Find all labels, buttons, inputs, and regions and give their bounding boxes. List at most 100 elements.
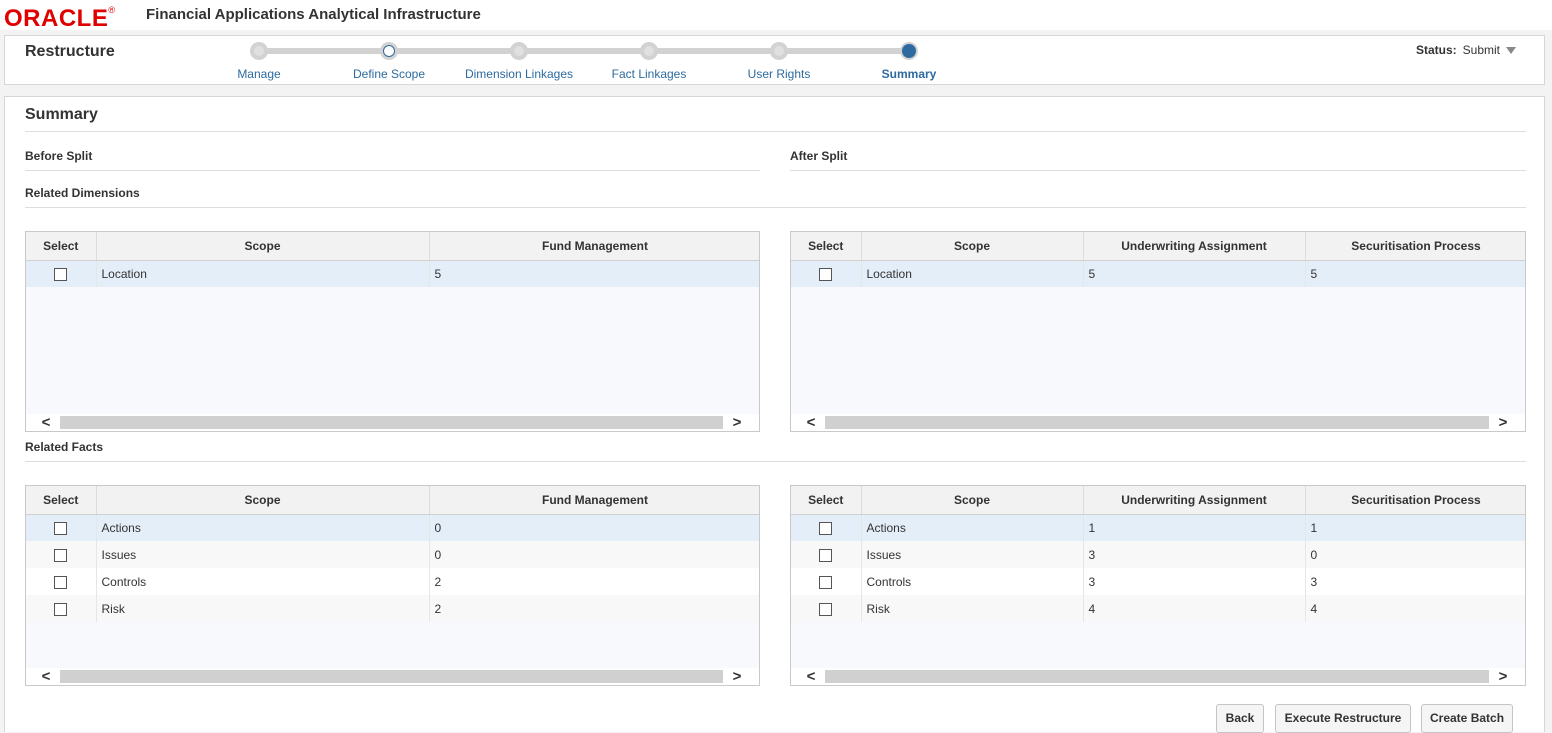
row-checkbox[interactable] [819, 602, 833, 616]
train-stop-dimension-linkages[interactable] [510, 42, 528, 60]
row-checkbox[interactable] [54, 267, 68, 281]
scrollbar-thumb[interactable] [825, 670, 1489, 683]
table-row[interactable]: Location 5 5 [791, 260, 1525, 287]
cell-scope: Location [96, 260, 430, 287]
row-checkbox[interactable] [819, 267, 833, 281]
page-title: Restructure [25, 43, 115, 60]
row-checkbox[interactable] [54, 521, 68, 535]
execute-restructure-button[interactable]: Execute Restructure [1275, 704, 1411, 733]
table-row[interactable]: Risk 4 4 [791, 595, 1525, 622]
scrollbar-thumb[interactable] [825, 416, 1489, 429]
status-label: Status: [1415, 43, 1457, 57]
status-dropdown[interactable]: Status: Submit [1416, 43, 1516, 57]
facts-after-table: Select Scope Underwriting Assignment Sec… [790, 485, 1526, 686]
scroll-right-icon[interactable]: > [1493, 414, 1513, 431]
scrollbar-thumb[interactable] [60, 670, 723, 683]
scrollbar-thumb[interactable] [60, 416, 723, 429]
row-checkbox[interactable] [819, 548, 833, 562]
train-label-dimension-linkages[interactable]: Dimension Linkages [465, 67, 573, 81]
train-label-define-scope[interactable]: Define Scope [353, 67, 425, 81]
cell-scope: Controls [861, 568, 1084, 595]
cell-underwriting-assignment: 3 [1083, 541, 1306, 568]
train-stop-user-rights[interactable] [770, 42, 788, 60]
cell-securitisation-process: 5 [1305, 260, 1525, 287]
divider [790, 170, 1526, 171]
table-row[interactable]: Issues 3 0 [791, 541, 1525, 568]
app-title: Financial Applications Analytical Infras… [146, 6, 481, 23]
scroll-right-icon[interactable]: > [727, 414, 747, 431]
train-panel: Restructure Manage Define Scope Dimensio… [4, 35, 1545, 85]
train-label-summary: Summary [881, 67, 937, 81]
horizontal-scrollbar[interactable]: < > [791, 668, 1525, 685]
column-header-select[interactable]: Select [26, 232, 97, 261]
column-header-securitisation-process[interactable]: Securitisation Process [1305, 486, 1525, 515]
column-header-underwriting-assignment[interactable]: Underwriting Assignment [1083, 232, 1306, 261]
train-stop-manage[interactable] [250, 42, 268, 60]
scroll-right-icon[interactable]: > [1493, 668, 1513, 685]
column-header-scope[interactable]: Scope [96, 232, 430, 261]
table-row[interactable]: Actions 1 1 [791, 514, 1525, 541]
table-row[interactable]: Actions 0 [26, 514, 759, 541]
train-track [261, 48, 911, 54]
back-button[interactable]: Back [1216, 704, 1264, 733]
horizontal-scrollbar[interactable]: < > [26, 414, 759, 431]
column-header-select[interactable]: Select [26, 486, 97, 515]
cell-scope: Issues [96, 541, 430, 568]
scroll-left-icon[interactable]: < [801, 414, 821, 431]
divider [25, 170, 760, 171]
cell-scope: Actions [861, 514, 1084, 541]
related-facts-heading: Related Facts [25, 440, 104, 454]
divider [25, 131, 1526, 132]
column-header-select[interactable]: Select [791, 486, 862, 515]
oracle-logo: ORACLE® [4, 5, 116, 32]
table-row[interactable]: Issues 0 [26, 541, 759, 568]
row-checkbox[interactable] [819, 575, 833, 589]
train-stop-summary[interactable] [900, 42, 918, 60]
row-checkbox[interactable] [54, 602, 68, 616]
table-row[interactable]: Location 5 [26, 260, 759, 287]
cell-scope: Actions [96, 514, 430, 541]
column-header-scope[interactable]: Scope [861, 486, 1084, 515]
train-label-user-rights[interactable]: User Rights [748, 67, 811, 81]
before-split-heading: Before Split [25, 149, 93, 163]
scroll-left-icon[interactable]: < [801, 668, 821, 685]
horizontal-scrollbar[interactable]: < > [26, 668, 759, 685]
column-header-underwriting-assignment[interactable]: Underwriting Assignment [1083, 486, 1306, 515]
train-label-fact-linkages[interactable]: Fact Linkages [612, 67, 687, 81]
scroll-left-icon[interactable]: < [36, 414, 56, 431]
column-header-scope[interactable]: Scope [861, 232, 1084, 261]
row-checkbox[interactable] [54, 575, 68, 589]
cell-securitisation-process: 3 [1305, 568, 1525, 595]
divider [25, 207, 1526, 208]
cell-scope: Risk [96, 595, 430, 622]
row-checkbox[interactable] [54, 548, 68, 562]
table-row[interactable]: Controls 3 3 [791, 568, 1525, 595]
cell-underwriting-assignment: 1 [1083, 514, 1306, 541]
table-row[interactable]: Risk 2 [26, 595, 759, 622]
facts-before-table: Select Scope Fund Management Actions 0 I… [25, 485, 760, 686]
row-checkbox[interactable] [819, 521, 833, 535]
column-header-select[interactable]: Select [791, 232, 862, 261]
horizontal-scrollbar[interactable]: < > [791, 414, 1525, 431]
cell-securitisation-process: 0 [1305, 541, 1525, 568]
scroll-right-icon[interactable]: > [727, 668, 747, 685]
cell-securitisation-process: 4 [1305, 595, 1525, 622]
create-batch-button[interactable]: Create Batch [1421, 704, 1513, 733]
column-header-fund-management[interactable]: Fund Management [429, 486, 759, 515]
cell-fund-management: 5 [429, 260, 759, 287]
cell-securitisation-process: 1 [1305, 514, 1525, 541]
dimensions-after-table: Select Scope Underwriting Assignment Sec… [790, 231, 1526, 432]
cell-fund-management: 2 [429, 595, 759, 622]
train-label-manage[interactable]: Manage [237, 67, 280, 81]
cell-fund-management: 0 [429, 514, 759, 541]
column-header-fund-management[interactable]: Fund Management [429, 232, 759, 261]
cell-fund-management: 2 [429, 568, 759, 595]
train-stop-fact-linkages[interactable] [640, 42, 658, 60]
summary-panel: Summary Before Split After Split Related… [4, 96, 1545, 733]
table-row[interactable]: Controls 2 [26, 568, 759, 595]
column-header-securitisation-process[interactable]: Securitisation Process [1305, 232, 1525, 261]
train-stop-define-scope[interactable] [380, 42, 398, 60]
chevron-down-icon[interactable] [1506, 47, 1516, 55]
column-header-scope[interactable]: Scope [96, 486, 430, 515]
scroll-left-icon[interactable]: < [36, 668, 56, 685]
